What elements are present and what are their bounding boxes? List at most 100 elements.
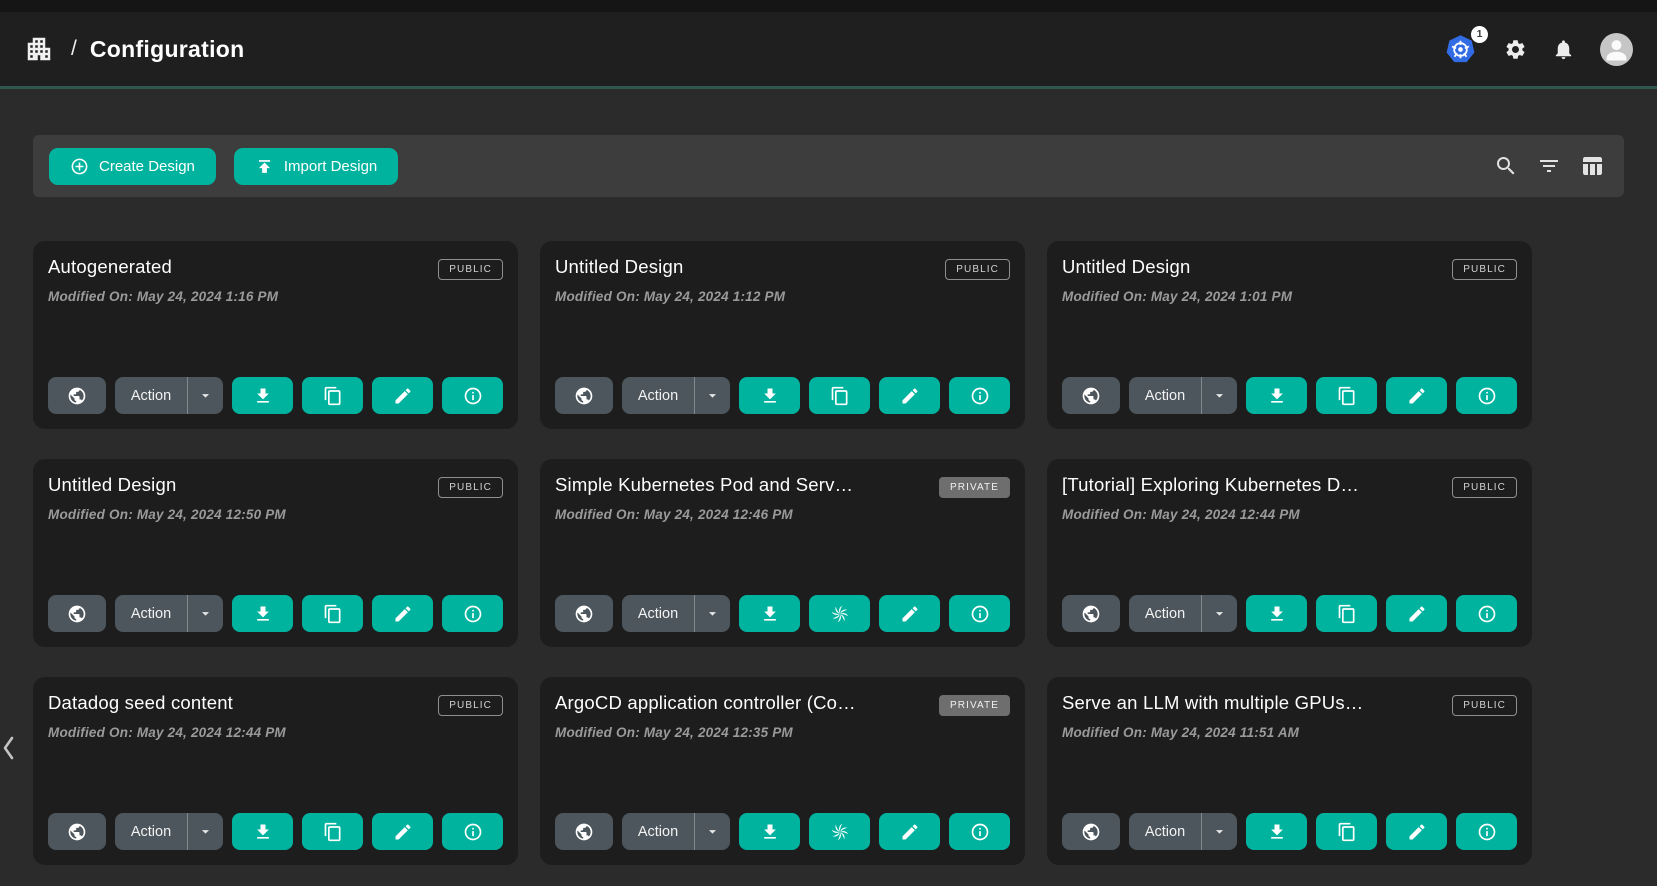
create-design-button[interactable]: Create Design [49,148,216,185]
publish-globe-button[interactable] [1062,377,1120,414]
globe-icon [67,822,87,842]
chevron-left-icon [1,734,17,762]
notifications-button[interactable] [1552,38,1575,61]
info-button[interactable] [949,377,1010,414]
download-button[interactable] [1246,377,1307,414]
action-button[interactable]: Action [622,595,694,632]
action-button[interactable]: Action [115,595,187,632]
edit-icon [393,822,413,842]
action-button[interactable]: Action [622,813,694,850]
info-button[interactable] [949,595,1010,632]
edit-button[interactable] [879,595,940,632]
settings-button[interactable] [1504,38,1527,61]
publish-globe-button[interactable] [48,595,106,632]
action-dropdown-toggle[interactable] [187,595,223,632]
action-button[interactable]: Action [622,377,694,414]
edit-button[interactable] [879,813,940,850]
caret-down-icon [1211,823,1228,840]
vortex-button[interactable] [809,813,870,850]
caret-down-icon [704,605,721,622]
info-button[interactable] [1456,377,1517,414]
download-button[interactable] [232,377,293,414]
clone-button[interactable] [809,377,870,414]
copy-icon [1337,386,1357,406]
publish-globe-button[interactable] [555,377,613,414]
edit-button[interactable] [879,377,940,414]
edit-button[interactable] [372,377,433,414]
edit-button[interactable] [372,813,433,850]
design-card: Untitled Design PUBLIC Modified On: May … [33,459,518,647]
designs-toolbar: Create Design Import Design [33,135,1624,197]
clone-button[interactable] [1316,813,1377,850]
globe-icon [1081,604,1101,624]
publish-globe-button[interactable] [1062,813,1120,850]
edit-button[interactable] [1386,377,1447,414]
clone-button[interactable] [302,813,363,850]
import-design-button[interactable]: Import Design [234,148,398,185]
edit-icon [900,822,920,842]
design-grid: Autogenerated PUBLIC Modified On: May 24… [33,241,1624,865]
visibility-badge: PUBLIC [945,259,1010,280]
kubernetes-context-button[interactable]: 1 [1444,33,1479,66]
table-view-button[interactable] [1580,154,1604,178]
action-split-button: Action [1129,813,1237,850]
download-icon [253,604,273,624]
edit-button[interactable] [1386,813,1447,850]
info-button[interactable] [442,377,503,414]
caret-down-icon [197,823,214,840]
search-button[interactable] [1494,154,1518,178]
download-button[interactable] [739,595,800,632]
clone-button[interactable] [302,377,363,414]
toolbar-icons [1494,154,1608,178]
action-dropdown-toggle[interactable] [694,377,730,414]
download-button[interactable] [232,595,293,632]
publish-globe-button[interactable] [1062,595,1120,632]
action-button[interactable]: Action [1129,595,1201,632]
card-head: Datadog seed content PUBLIC [48,692,503,716]
edit-button[interactable] [1386,595,1447,632]
action-dropdown-toggle[interactable] [1201,377,1237,414]
info-button[interactable] [1456,595,1517,632]
download-button[interactable] [1246,595,1307,632]
info-button[interactable] [1456,813,1517,850]
action-button[interactable]: Action [115,813,187,850]
org-home-button[interactable] [24,34,54,64]
action-dropdown-toggle[interactable] [694,813,730,850]
publish-globe-button[interactable] [48,813,106,850]
design-card: Datadog seed content PUBLIC Modified On:… [33,677,518,865]
action-dropdown-toggle[interactable] [694,595,730,632]
action-dropdown-toggle[interactable] [187,377,223,414]
action-dropdown-toggle[interactable] [1201,595,1237,632]
download-button[interactable] [1246,813,1307,850]
modified-on-text: Modified On: May 24, 2024 12:46 PM [555,507,1010,522]
info-button[interactable] [442,813,503,850]
clone-button[interactable] [1316,595,1377,632]
action-button[interactable]: Action [1129,377,1201,414]
clone-button[interactable] [1316,377,1377,414]
download-button[interactable] [232,813,293,850]
drawer-collapse-button[interactable] [1,732,19,764]
action-dropdown-toggle[interactable] [1201,813,1237,850]
edit-button[interactable] [372,595,433,632]
action-dropdown-toggle[interactable] [187,813,223,850]
edit-icon [1407,386,1427,406]
window-top-strip [0,0,1657,12]
card-head: Untitled Design PUBLIC [555,256,1010,280]
info-icon [463,604,483,624]
design-card: Untitled Design PUBLIC Modified On: May … [1047,241,1532,429]
info-button[interactable] [949,813,1010,850]
visibility-badge: PUBLIC [1452,477,1517,498]
publish-globe-button[interactable] [48,377,106,414]
publish-globe-button[interactable] [555,813,613,850]
user-avatar[interactable] [1600,33,1633,66]
action-button[interactable]: Action [115,377,187,414]
filter-button[interactable] [1537,154,1561,178]
context-count-badge: 1 [1471,26,1488,43]
download-button[interactable] [739,813,800,850]
clone-button[interactable] [302,595,363,632]
vortex-button[interactable] [809,595,870,632]
publish-globe-button[interactable] [555,595,613,632]
download-button[interactable] [739,377,800,414]
info-button[interactable] [442,595,503,632]
action-button[interactable]: Action [1129,813,1201,850]
